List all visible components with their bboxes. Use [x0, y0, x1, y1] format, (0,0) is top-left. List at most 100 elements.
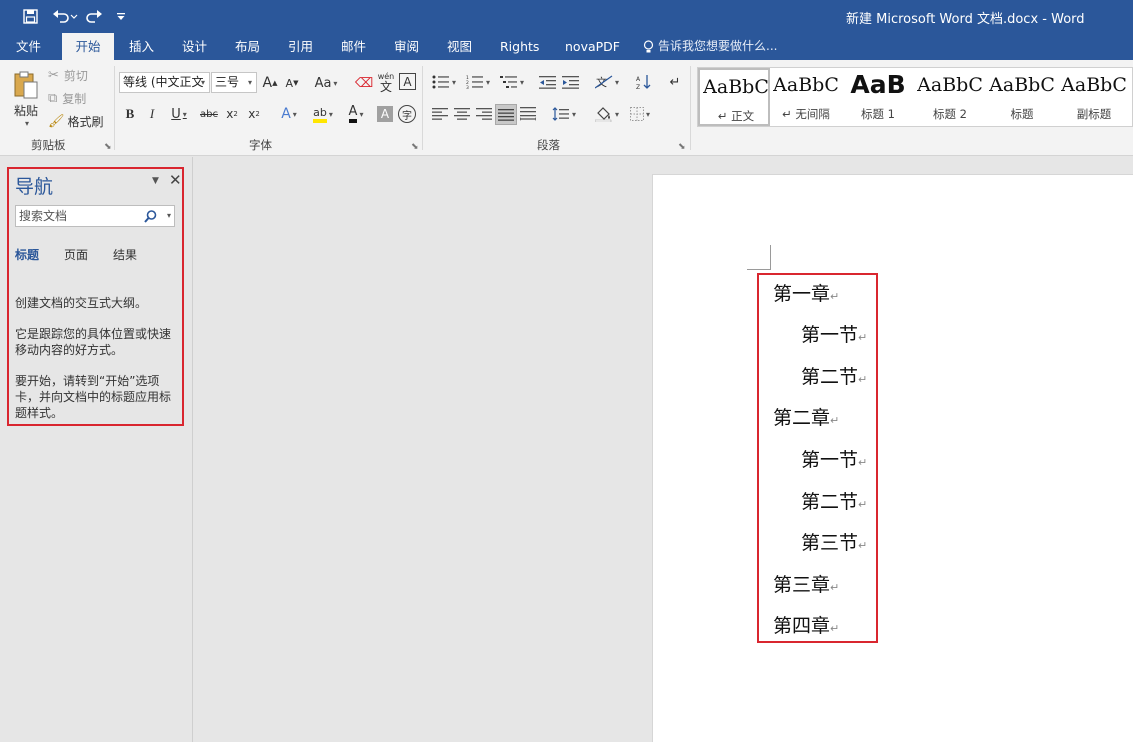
character-shading-icon: A [380, 107, 390, 121]
tell-me-box[interactable]: 告诉我您想要做什么... [643, 33, 777, 60]
copy-icon: ⧉ [48, 90, 58, 106]
enclose-characters-icon: 字 [402, 110, 412, 122]
tab-home[interactable]: 开始 [62, 33, 114, 60]
tab-design[interactable]: 设计 [178, 33, 211, 60]
tab-mailings[interactable]: 邮件 [337, 33, 370, 60]
format-painter-button[interactable]: 🖌 格式刷 [48, 112, 104, 130]
tab-insert[interactable]: 插入 [125, 33, 158, 60]
style-normal[interactable]: AaBbC ↵ 正文 [698, 68, 770, 126]
ribbon-tabs: 文件 开始 插入 设计 布局 引用 邮件 审阅 视图 Rights novaPD… [0, 33, 1133, 60]
style-title[interactable]: AaBbC 标题 [986, 68, 1058, 126]
save-button[interactable] [20, 6, 40, 26]
style-preview: AaBbC [703, 76, 769, 98]
cut-label: 剪切 [63, 68, 88, 83]
style-no-spacing[interactable]: AaBbC ↵ 无间隔 [770, 68, 842, 126]
chinese-layout-button[interactable]: 文 ▾ [592, 72, 622, 92]
line-spacing-button[interactable]: ▾ [549, 104, 579, 124]
tab-view[interactable]: 视图 [443, 33, 476, 60]
sort-button[interactable]: AZ [634, 72, 654, 92]
redo-button[interactable] [84, 6, 104, 26]
superscript-button[interactable]: x2 [245, 104, 263, 124]
tab-novapdf[interactable]: novaPDF [561, 33, 624, 60]
search-icon[interactable] [144, 210, 157, 223]
clear-format-button[interactable]: ⌫ [355, 73, 373, 93]
paragraph-text: 第三节 [801, 532, 859, 554]
numbering-button[interactable]: 1 2 3 ▾ [464, 72, 492, 92]
font-launcher-icon[interactable]: ⬊ [411, 142, 419, 152]
lightbulb-icon [643, 39, 654, 52]
paragraph-group-label: 段落 [537, 138, 560, 152]
text-effects-button[interactable]: A ▾ [275, 104, 303, 124]
chevron-down-icon[interactable]: ▾ [167, 206, 171, 226]
justify-button[interactable] [495, 104, 517, 125]
nav-tab-pages[interactable]: 页面 [64, 246, 88, 263]
enclose-characters-button[interactable]: 字 [398, 105, 416, 123]
subscript-button[interactable]: x2 [223, 104, 241, 124]
increase-indent-button[interactable] [561, 72, 581, 92]
chevron-down-icon[interactable]: ▾ [197, 73, 209, 92]
shading-button[interactable]: ▾ [592, 104, 622, 124]
font-size-combo[interactable]: 三号 ▾ [211, 72, 257, 93]
shrink-font-button[interactable]: A ▼ [284, 73, 300, 93]
paragraph[interactable]: 第三节↵ [801, 528, 867, 555]
undo-button[interactable] [50, 6, 80, 26]
undo-icon [53, 10, 78, 23]
paragraph[interactable]: 第二章↵ [773, 403, 839, 430]
underline-button[interactable]: U ▾ [166, 104, 192, 124]
align-right-button[interactable] [474, 104, 494, 124]
nav-tab-headings[interactable]: 标题 [15, 246, 39, 263]
close-pane-button[interactable]: ✕ [169, 171, 182, 189]
bullets-button[interactable]: ▾ [430, 72, 458, 92]
clipboard-launcher-icon[interactable]: ⬊ [104, 142, 112, 152]
tab-references[interactable]: 引用 [284, 33, 317, 60]
style-heading-1[interactable]: AaB 标题 1 [842, 68, 914, 126]
multilevel-list-button[interactable]: ▾ [497, 72, 527, 92]
subscript-icon: x [226, 107, 234, 121]
paragraph[interactable]: 第一节↵ [801, 445, 867, 472]
style-subtitle[interactable]: AaBbC 副标题 [1058, 68, 1130, 126]
font-name-combo[interactable]: 等线 (中文正文 ▾ [119, 72, 210, 93]
chevron-down-icon[interactable]: ▾ [244, 73, 256, 92]
decrease-indent-button[interactable] [538, 72, 558, 92]
copy-button[interactable]: ⧉ 复制 [48, 89, 86, 107]
paragraph[interactable]: 第一节↵ [801, 320, 867, 347]
style-heading-2[interactable]: AaBbC 标题 2 [914, 68, 986, 126]
style-name: 标题 2 [933, 107, 967, 121]
tab-layout[interactable]: 布局 [231, 33, 264, 60]
font-color-button[interactable]: A ▾ [341, 104, 371, 124]
borders-button[interactable]: ▾ [625, 104, 655, 124]
underline-icon: U [171, 106, 181, 122]
paragraph-mark-icon: ↵ [830, 581, 840, 594]
paragraph-launcher-icon[interactable]: ⬊ [678, 142, 686, 152]
tab-file[interactable]: 文件 [12, 33, 45, 60]
document-page[interactable]: 第一章↵ 第一节↵ 第二节↵ 第二章↵ 第一节↵ 第二节↵ 第三节↵ 第三章↵ … [652, 174, 1133, 742]
phonetic-guide-button[interactable]: wén 文 [377, 71, 395, 93]
paragraph[interactable]: 第二节↵ [801, 487, 867, 514]
paragraph[interactable]: 第一章↵ [773, 279, 839, 306]
align-left-button[interactable] [430, 104, 450, 124]
search-placeholder: 搜索文档 [19, 209, 68, 223]
return-icon: ↵ [669, 74, 681, 90]
pane-options-button[interactable]: ▼ [152, 176, 159, 186]
paragraph[interactable]: 第二节↵ [801, 362, 867, 389]
highlight-button[interactable]: ab ▾ [308, 104, 338, 124]
change-case-button[interactable]: Aa ▾ [312, 73, 340, 93]
character-border-button[interactable]: A [399, 73, 416, 90]
character-shading-button[interactable]: A [377, 106, 393, 122]
bold-button[interactable]: B [121, 104, 139, 124]
paragraph[interactable]: 第四章↵ [773, 611, 839, 638]
tab-review[interactable]: 审阅 [390, 33, 423, 60]
italic-button[interactable]: I [143, 104, 161, 124]
align-center-button[interactable] [452, 104, 472, 124]
paragraph[interactable]: 第三章↵ [773, 570, 839, 597]
grow-font-button[interactable]: A ▲ [262, 73, 278, 93]
paste-button[interactable]: 粘贴 ▾ [8, 66, 44, 132]
cut-button[interactable]: ✂ 剪切 [48, 66, 88, 84]
distributed-button[interactable] [518, 104, 538, 124]
show-marks-button[interactable]: ↵ [666, 72, 684, 92]
strikethrough-button[interactable]: abc [198, 104, 220, 124]
search-document-input[interactable]: 搜索文档 ▾ [15, 205, 175, 227]
tab-rights[interactable]: Rights [496, 33, 543, 60]
nav-tab-results[interactable]: 结果 [113, 246, 137, 263]
customize-qat-button[interactable] [114, 6, 128, 26]
